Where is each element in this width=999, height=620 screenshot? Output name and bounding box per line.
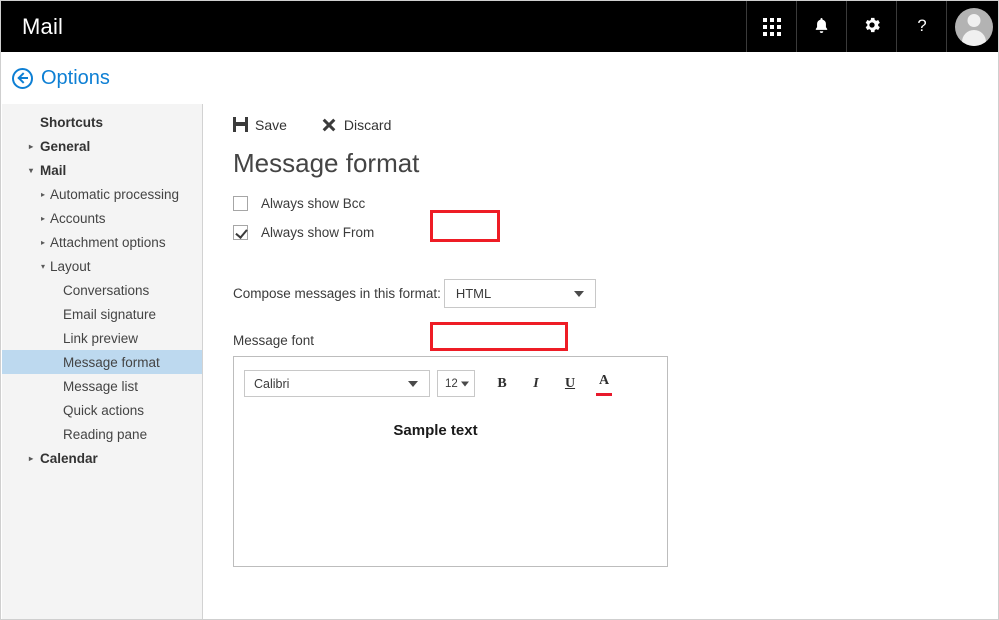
sidebar-item-label: Shortcuts	[40, 115, 103, 130]
app-launcher-button[interactable]	[746, 1, 796, 52]
discard-button-label: Discard	[344, 117, 391, 133]
always-show-from-checkbox[interactable]	[233, 225, 248, 240]
options-page: Mail	[0, 0, 999, 620]
chevron-down-icon	[41, 263, 45, 271]
sidebar-item-label: Reading pane	[63, 427, 147, 442]
help-question-icon: ?	[912, 15, 932, 38]
always-show-bcc-label: Always show Bcc	[261, 196, 365, 211]
sidebar-item-attachment-options[interactable]: Attachment options	[2, 230, 202, 254]
sidebar-item-label: Message format	[63, 355, 160, 370]
save-button[interactable]: Save	[233, 112, 287, 137]
sidebar-item-label: Automatic processing	[50, 187, 179, 202]
bold-button[interactable]: B	[489, 371, 515, 397]
sidebar-item-label: Quick actions	[63, 403, 144, 418]
italic-button[interactable]: I	[523, 371, 549, 397]
close-x-icon	[323, 118, 336, 131]
always-show-from-row[interactable]: Always show From	[233, 225, 374, 240]
sidebar-item-accounts[interactable]: Accounts	[2, 206, 202, 230]
avatar	[955, 8, 993, 46]
sidebar-item-message-list[interactable]: Message list	[2, 374, 202, 398]
chevron-right-icon	[41, 239, 45, 247]
app-title: Mail	[22, 14, 63, 40]
sidebar-item-conversations[interactable]: Conversations	[2, 278, 202, 302]
font-toolbar: Calibri 12 B I U A	[244, 368, 617, 399]
sample-text-preview: Sample text	[234, 422, 667, 439]
help-button[interactable]: ?	[896, 1, 946, 52]
save-floppy-icon	[233, 117, 248, 132]
message-font-panel: Calibri 12 B I U A Sample text	[233, 356, 668, 567]
chevron-right-icon	[29, 455, 33, 463]
chevron-right-icon	[41, 191, 45, 199]
sidebar-item-label: Mail	[40, 163, 66, 178]
discard-button[interactable]: Discard	[323, 112, 391, 137]
annotation-box-always-show-from	[430, 322, 568, 351]
content-toolbar: Save Discard	[233, 112, 391, 137]
account-avatar-button[interactable]	[946, 1, 999, 52]
back-arrow-icon[interactable]	[12, 68, 33, 89]
compose-format-value: HTML	[445, 286, 491, 301]
sidebar-item-mail[interactable]: Mail	[2, 158, 202, 182]
sidebar-item-label: Attachment options	[50, 235, 166, 250]
sidebar-item-general[interactable]: General	[2, 134, 202, 158]
chevron-down-icon	[461, 381, 469, 386]
topbar-actions: ?	[746, 1, 999, 52]
sidebar-item-shortcuts[interactable]: Shortcuts	[2, 110, 202, 134]
sidebar-item-label: Conversations	[63, 283, 149, 298]
app-launcher-waffle-icon	[763, 18, 781, 36]
svg-text:?: ?	[917, 16, 926, 35]
sidebar-item-label: Layout	[50, 259, 91, 274]
sidebar-item-calendar[interactable]: Calendar	[2, 446, 202, 470]
options-title[interactable]: Options	[41, 67, 110, 90]
options-content: Save Discard Message format Always show …	[204, 104, 999, 619]
compose-format-label: Compose messages in this format:	[233, 286, 441, 301]
sidebar-item-label: Calendar	[40, 451, 98, 466]
top-app-bar: Mail	[1, 1, 999, 52]
chevron-down-icon	[408, 381, 418, 387]
chevron-down-icon	[574, 291, 584, 297]
sidebar-item-quick-actions[interactable]: Quick actions	[2, 398, 202, 422]
font-size-select[interactable]: 12	[437, 370, 475, 397]
font-family-value: Calibri	[245, 377, 289, 391]
sidebar-item-link-preview[interactable]: Link preview	[2, 326, 202, 350]
always-show-bcc-checkbox[interactable]	[233, 196, 248, 211]
notifications-bell-icon	[812, 16, 831, 38]
sidebar-item-email-signature[interactable]: Email signature	[2, 302, 202, 326]
sidebar-item-reading-pane[interactable]: Reading pane	[2, 422, 202, 446]
sidebar-item-message-format[interactable]: Message format	[2, 350, 202, 374]
chevron-right-icon	[29, 143, 33, 151]
annotation-box-save	[430, 210, 500, 242]
sidebar-item-label: Email signature	[63, 307, 156, 322]
sidebar-item-label: General	[40, 139, 90, 154]
settings-gear-icon	[862, 15, 882, 38]
chevron-right-icon	[41, 215, 45, 223]
sidebar-item-label: Accounts	[50, 211, 106, 226]
save-button-label: Save	[255, 117, 287, 133]
compose-format-select[interactable]: HTML	[444, 279, 596, 308]
sidebar-item-label: Message list	[63, 379, 138, 394]
page-title: Message format	[233, 148, 419, 179]
settings-button[interactable]	[846, 1, 896, 52]
font-family-select[interactable]: Calibri	[244, 370, 430, 397]
sidebar-item-label: Link preview	[63, 331, 138, 346]
options-header: Options	[1, 52, 999, 104]
font-size-value: 12	[438, 378, 458, 390]
sidebar-item-layout[interactable]: Layout	[2, 254, 202, 278]
font-color-button[interactable]: A	[591, 368, 617, 399]
always-show-bcc-row[interactable]: Always show Bcc	[233, 196, 365, 211]
underline-button[interactable]: U	[557, 371, 583, 397]
message-font-label: Message font	[233, 333, 314, 348]
notifications-button[interactable]	[796, 1, 846, 52]
compose-format-row: Compose messages in this format: HTML	[233, 279, 596, 308]
always-show-from-label: Always show From	[261, 225, 374, 240]
chevron-down-icon	[29, 167, 33, 175]
sidebar-item-automatic-processing[interactable]: Automatic processing	[2, 182, 202, 206]
options-sidebar: Shortcuts General Mail Automatic process…	[2, 104, 203, 619]
